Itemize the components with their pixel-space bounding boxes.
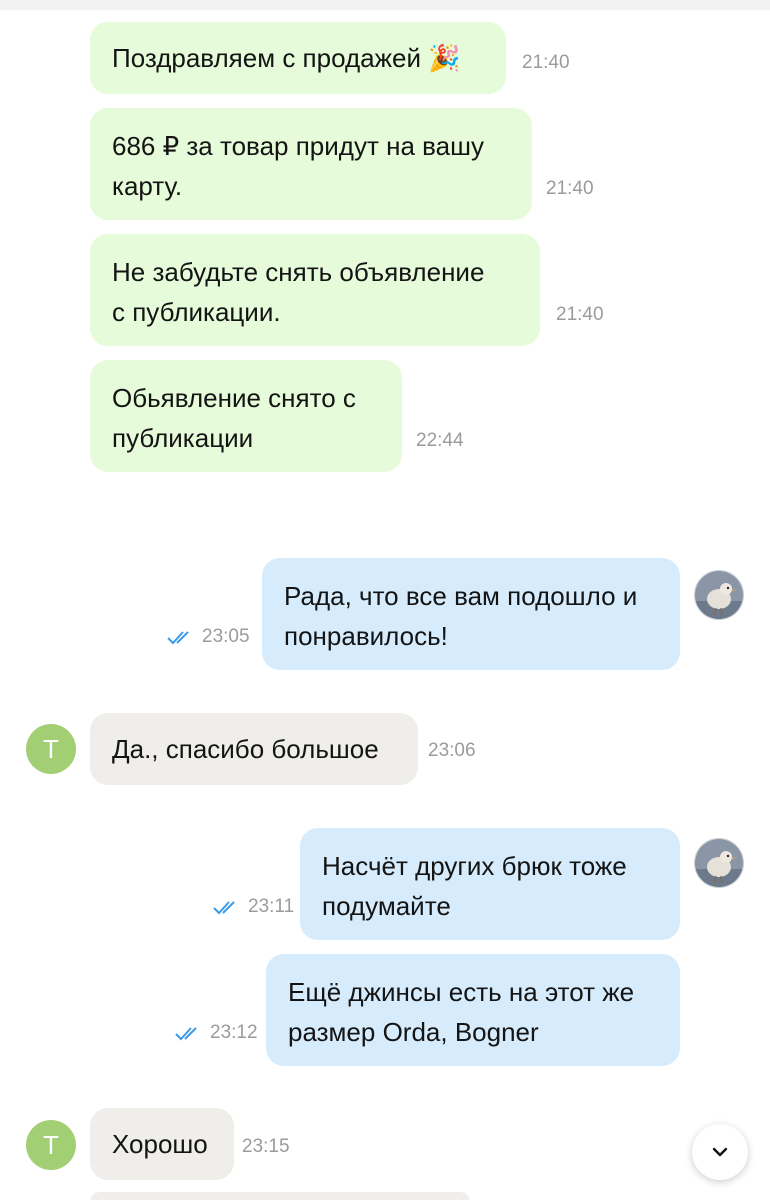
message-text: Обьявление снято с [112,383,356,413]
message-text: 686 ₽ за товар придут на вашу [112,131,484,161]
message-time: 22:44 [416,430,464,451]
outgoing-message: Рада, что все вам подошло и понравилось! [262,558,680,670]
partial-message [90,1192,470,1200]
own-avatar[interactable] [694,838,744,888]
double-check-icon [175,1027,197,1041]
message-time: 21:40 [546,178,594,199]
system-message: 686 ₽ за товар придут на вашу карту. [90,108,532,220]
message-text: Не забудьте снять объявление [112,257,485,287]
message-time: 23:06 [428,740,476,761]
bird-photo-avatar [695,839,743,887]
message-text: подумайте [322,891,451,921]
message-time: 21:40 [556,304,604,325]
message-time: 23:11 [248,896,295,917]
chevron-down-icon [712,1147,728,1157]
scroll-down-button[interactable] [692,1124,748,1180]
contact-avatar[interactable]: T [26,1120,76,1170]
message-time: 23:15 [242,1136,290,1157]
outgoing-message: Ещё джинсы есть на этот же размер Orda, … [266,954,680,1066]
bird-photo-avatar [695,571,743,619]
contact-avatar[interactable]: T [26,724,76,774]
message-text: размер Orda, Bogner [288,1017,539,1047]
double-check-icon [167,631,189,645]
message-text: Насчёт других брюк тоже [322,851,627,881]
message-time: 23:12 [210,1022,258,1043]
message-text: Да., спасибо большое [112,734,379,764]
message-text: Поздравляем с продажей [112,43,421,73]
message-text: понравилось! [284,621,448,651]
incoming-message: Хорошо [90,1108,234,1180]
message-text: карту. [112,171,183,201]
top-shadow [0,0,770,10]
message-text: публикации [112,423,254,453]
message-time: 23:05 [202,626,250,647]
system-message: Поздравляем с продажей 🎉 [90,22,506,94]
system-message: Обьявление снято с публикации [90,360,402,472]
double-check-icon [213,901,235,915]
message-time: 21:40 [522,52,570,73]
message-text: Рада, что все вам подошло и [284,581,638,611]
message-text: Ещё джинсы есть на этот же [288,977,635,1007]
outgoing-message: Насчёт других брюк тоже подумайте [300,828,680,940]
incoming-message: Да., спасибо большое [90,713,418,785]
system-message: Не забудьте снять объявление с публикаци… [90,234,540,346]
message-text: с публикации. [112,297,281,327]
party-popper-icon: 🎉 [428,43,461,73]
own-avatar[interactable] [694,570,744,620]
message-text: Хорошо [112,1129,208,1159]
